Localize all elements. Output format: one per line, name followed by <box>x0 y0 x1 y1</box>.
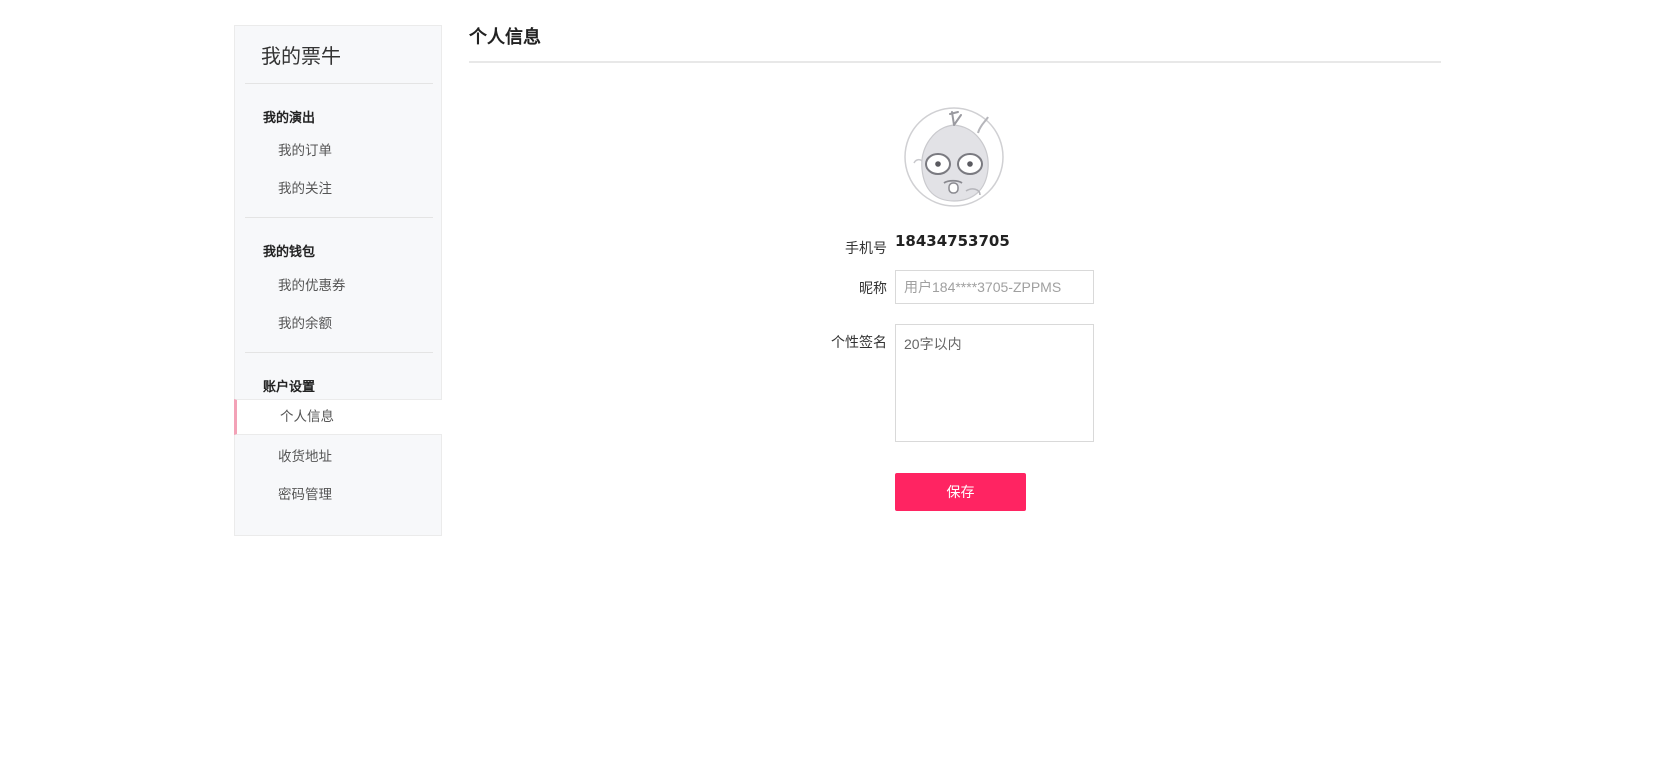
sidebar-group-shows: 我的演出 <box>263 111 316 126</box>
mascot-avatar-icon <box>904 107 1004 207</box>
sidebar-item-coupons[interactable]: 我的优惠券 <box>235 268 441 304</box>
sidebar-item-address[interactable]: 收货地址 <box>235 439 441 475</box>
phone-label: 手机号 <box>845 241 887 257</box>
sidebar-item-profile[interactable]: 个人信息 <box>234 399 442 435</box>
signature-textarea[interactable] <box>895 324 1094 442</box>
sidebar-item-balance[interactable]: 我的余额 <box>235 306 441 342</box>
sidebar-title: 我的票牛 <box>261 44 341 68</box>
sidebar-item-password[interactable]: 密码管理 <box>235 477 441 513</box>
phone-value: 18434753705 <box>895 232 1010 250</box>
sidebar-item-follows[interactable]: 我的关注 <box>235 171 441 207</box>
signature-label: 个性签名 <box>831 335 887 351</box>
sidebar-divider <box>245 83 433 84</box>
sidebar-group-account: 账户设置 <box>263 380 316 395</box>
sidebar: 我的票牛 我的演出 我的订单 我的关注 我的钱包 我的优惠券 我的余额 账户设置… <box>234 25 442 536</box>
save-button[interactable]: 保存 <box>895 473 1026 511</box>
page-title: 个人信息 <box>469 27 541 48</box>
sidebar-group-wallet: 我的钱包 <box>263 245 316 260</box>
title-divider <box>469 61 1441 63</box>
nickname-label: 昵称 <box>859 281 887 297</box>
sidebar-divider <box>245 352 433 353</box>
sidebar-divider <box>245 217 433 218</box>
nickname-input[interactable] <box>895 270 1094 304</box>
sidebar-item-orders[interactable]: 我的订单 <box>235 133 441 169</box>
avatar[interactable] <box>904 107 1004 207</box>
